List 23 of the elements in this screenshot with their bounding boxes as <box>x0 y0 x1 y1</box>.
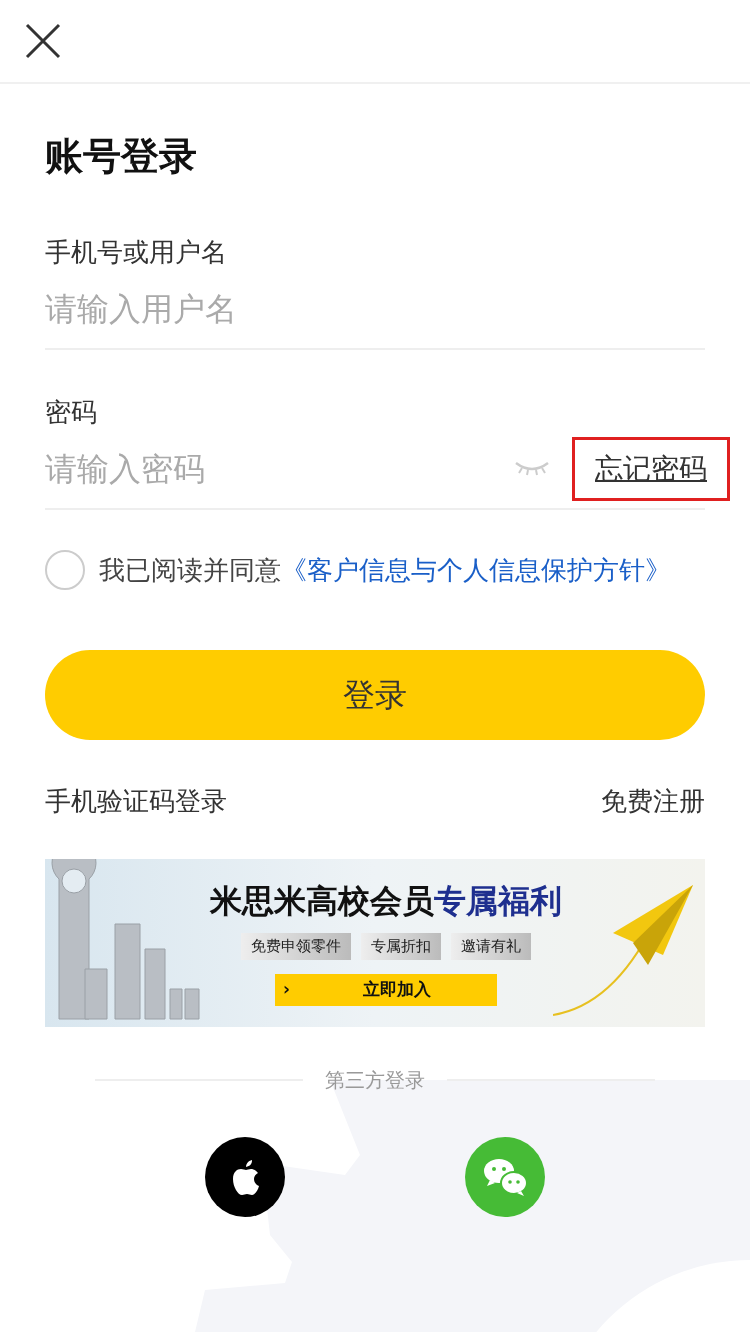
input-field[interactable]: 请输入用户名 <box>45 285 705 333</box>
text-link[interactable]: 免费注册 <box>601 782 705 821</box>
agreement-checkbox[interactable] <box>45 550 85 590</box>
agreement-text: 我已阅读并同意 <box>99 553 281 587</box>
page-title: 账号登录 <box>45 133 198 180</box>
banner-title: 米思米高校会员 <box>210 881 434 922</box>
text-link[interactable]: 手机验证码登录 <box>45 782 227 821</box>
chevron-icon: › <box>283 976 363 1003</box>
close-button[interactable] <box>24 22 62 60</box>
privacy-policy-link[interactable]: 《客户信息与个人信息保护方针》 <box>281 550 671 590</box>
banner-title: 专属福利 <box>434 881 562 922</box>
forgot-password-link[interactable]: 忘记密码 <box>572 437 730 501</box>
field-label: 手机号或用户名 <box>45 236 228 269</box>
wechat-icon <box>482 1156 528 1198</box>
benefit-tag: 免费申领零件 <box>241 933 351 960</box>
login-button[interactable]: 登录 <box>45 650 705 740</box>
section-label: 第三方登录 <box>325 1067 425 1094</box>
promo-banner[interactable]: 米思米高校会员专属福利 免费申领零件 专属折扣 邀请有礼 › 立即加入 <box>45 859 705 1027</box>
join-button[interactable]: › 立即加入 <box>275 973 497 1006</box>
benefit-tag: 专属折扣 <box>361 933 441 960</box>
input-field[interactable]: 请输入密码 <box>45 445 514 493</box>
benefit-tag: 邀请有礼 <box>451 933 531 960</box>
field-label: 密码 <box>45 396 98 429</box>
